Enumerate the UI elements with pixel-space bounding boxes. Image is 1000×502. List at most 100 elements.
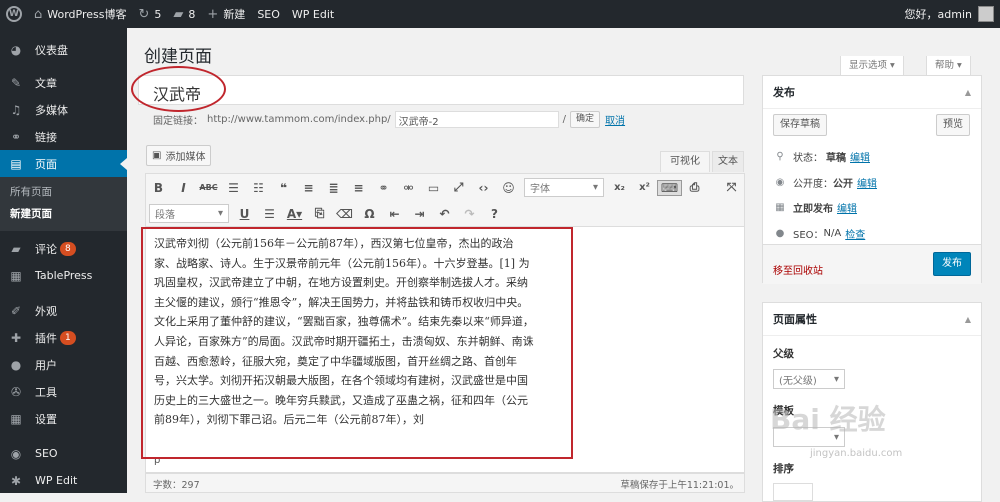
settings-icon: ▦ bbox=[10, 411, 22, 426]
status-edit-link[interactable]: 编辑 bbox=[850, 149, 870, 164]
sidebar-item-table[interactable]: ▦ TablePress bbox=[0, 262, 127, 289]
sidebar-item-brush[interactable]: ✐ 外观 bbox=[0, 297, 127, 324]
permalink-label: 固定链接： bbox=[153, 116, 203, 127]
updates-link[interactable]: ↻ 5 bbox=[133, 0, 168, 28]
subscript-icon[interactable]: x₂ bbox=[607, 182, 632, 193]
outdent-icon[interactable]: ⇤ bbox=[382, 207, 407, 221]
order-input[interactable] bbox=[773, 483, 813, 501]
screen-options-button[interactable]: 显示选项 ▾ bbox=[840, 56, 904, 76]
emoji-icon[interactable]: ☺ bbox=[496, 181, 521, 195]
sidebar-item-page[interactable]: ▤ 页面 bbox=[0, 150, 127, 177]
tab-visual[interactable]: 可视化 bbox=[660, 151, 710, 172]
distraction-free-icon[interactable]: ⤧ bbox=[719, 180, 744, 195]
collapse-icon[interactable]: ▲ bbox=[965, 315, 971, 324]
comments-link[interactable]: ▰ 8 bbox=[167, 0, 201, 28]
move-to-trash-link[interactable]: 移至回收站 bbox=[773, 262, 823, 277]
publish-button[interactable]: 发布 bbox=[933, 252, 971, 276]
plus-icon: + bbox=[207, 6, 219, 22]
slug-ok-button[interactable]: 确定 bbox=[570, 111, 601, 128]
seo-link[interactable]: SEO bbox=[251, 0, 286, 28]
indent-icon[interactable]: ⇥ bbox=[407, 207, 432, 221]
font-select[interactable]: 字体 ▾ bbox=[524, 178, 604, 197]
blockquote-icon[interactable]: ❝ bbox=[271, 181, 296, 195]
seo-icon: ◉ bbox=[10, 446, 22, 461]
align-center-icon[interactable]: ≣ bbox=[321, 181, 346, 195]
text-color-icon[interactable]: A▾ bbox=[282, 207, 307, 221]
special-char-icon[interactable]: Ω bbox=[357, 207, 382, 221]
collapse-icon[interactable]: ▲ bbox=[965, 88, 971, 97]
align-right-icon[interactable]: ≡ bbox=[346, 181, 371, 195]
parent-label: 父级 bbox=[773, 348, 794, 360]
underline-icon[interactable]: U bbox=[232, 207, 257, 221]
paste-text-icon[interactable]: ⎘ bbox=[307, 206, 332, 221]
format-select-value: 段落 bbox=[155, 210, 175, 221]
unlink-icon[interactable]: ⚮ bbox=[396, 181, 421, 195]
redo-icon[interactable]: ↷ bbox=[457, 207, 482, 221]
submenu-new-page[interactable]: 新建页面 bbox=[0, 203, 127, 225]
help-icon[interactable]: ? bbox=[482, 207, 507, 221]
bullet-list-icon[interactable]: ☰ bbox=[221, 181, 246, 195]
chevron-down-icon: ▾ bbox=[217, 208, 223, 219]
sidebar-item-link[interactable]: ⚭ 链接 bbox=[0, 123, 127, 150]
undo-icon[interactable]: ↶ bbox=[432, 207, 457, 221]
wp-logo-icon[interactable]: W bbox=[0, 0, 28, 28]
italic-icon[interactable]: I bbox=[171, 181, 196, 195]
sidebar-item-user[interactable]: ● 用户 bbox=[0, 351, 127, 378]
visibility-edit-link[interactable]: 编辑 bbox=[857, 175, 877, 190]
word-count: 字数：297 bbox=[153, 480, 200, 491]
link-icon[interactable]: ⚭ bbox=[371, 181, 396, 195]
title-input[interactable]: 汉武帝 bbox=[138, 75, 744, 105]
my-account[interactable]: 您好，admin bbox=[905, 0, 994, 28]
print-icon[interactable]: ⎙ bbox=[682, 180, 707, 195]
home-icon: ⌂ bbox=[34, 6, 43, 22]
page-attributes-header[interactable]: 页面属性 ▲ bbox=[763, 303, 981, 336]
help-button[interactable]: 帮助 ▾ bbox=[926, 56, 971, 76]
new-content-link[interactable]: + 新建 bbox=[201, 0, 251, 28]
sidebar-item-comment[interactable]: ▰ 评论 8 bbox=[0, 235, 127, 262]
sidebar-item-media[interactable]: ♫ 多媒体 bbox=[0, 96, 127, 123]
strikethrough-icon[interactable]: ABC bbox=[196, 183, 221, 192]
sidebar-item-label: 用户 bbox=[35, 358, 57, 372]
format-select[interactable]: 段落 ▾ bbox=[149, 204, 229, 223]
avatar bbox=[978, 6, 994, 22]
justify-icon[interactable]: ☰ bbox=[257, 207, 282, 221]
publish-box-header[interactable]: 发布 ▲ bbox=[763, 76, 981, 109]
slug-input[interactable]: 汉武帝-2 bbox=[394, 111, 559, 128]
more-tag-icon[interactable]: ▭ bbox=[421, 181, 446, 195]
seo-check-link[interactable]: 检查 bbox=[845, 226, 865, 241]
submenu-all-pages[interactable]: 所有页面 bbox=[0, 181, 127, 203]
tab-text[interactable]: 文本 bbox=[712, 151, 744, 172]
schedule-edit-link[interactable]: 编辑 bbox=[837, 200, 857, 215]
site-name-link[interactable]: ⌂ WordPress博客 bbox=[28, 0, 133, 28]
sidebar-item-dashboard[interactable]: ◕ 仪表盘 bbox=[0, 36, 127, 63]
status-label: 状态： bbox=[793, 153, 823, 164]
wpedit-label: WP Edit bbox=[291, 7, 335, 21]
sidebar-item-gear[interactable]: ✱ WP Edit bbox=[0, 467, 127, 494]
page-title: 创建页面 bbox=[144, 47, 212, 67]
sidebar-item-wrench[interactable]: ✇ 工具 bbox=[0, 378, 127, 405]
align-left-icon[interactable]: ≡ bbox=[296, 181, 321, 195]
superscript-icon[interactable]: x² bbox=[632, 182, 657, 193]
add-media-button[interactable]: ▣ 添加媒体 bbox=[146, 145, 212, 166]
status-row: ⚲ 状态： 草稿 编辑 bbox=[773, 149, 870, 164]
clear-format-icon[interactable]: ⌫ bbox=[332, 207, 357, 221]
sidebar-item-seo[interactable]: ◉ SEO bbox=[0, 440, 127, 467]
keyboard-icon[interactable]: ⌨ bbox=[657, 179, 682, 196]
seo-label: SEO bbox=[257, 7, 280, 21]
fullscreen-icon[interactable]: ⤢ bbox=[446, 180, 471, 195]
schedule-value: 立即发布 bbox=[793, 204, 833, 215]
preview-button[interactable]: 预览 bbox=[936, 114, 970, 136]
bold-icon[interactable]: B bbox=[146, 181, 171, 195]
wpedit-link[interactable]: WP Edit bbox=[286, 0, 340, 28]
code-icon[interactable]: ‹› bbox=[471, 181, 496, 195]
pin-icon: ✎ bbox=[10, 75, 22, 90]
slug-cancel-link[interactable]: 取消 bbox=[605, 112, 625, 127]
parent-select[interactable]: (无父级) ▾ bbox=[773, 369, 845, 389]
sidebar-item-plugin[interactable]: ✚ 插件 1 bbox=[0, 324, 127, 351]
sidebar-item-label: 页面 bbox=[35, 157, 57, 171]
sidebar-item-settings[interactable]: ▦ 设置 bbox=[0, 405, 127, 432]
save-draft-button[interactable]: 保存草稿 bbox=[773, 114, 827, 136]
numbered-list-icon[interactable]: ☷ bbox=[246, 181, 271, 195]
sidebar-item-label: 链接 bbox=[35, 130, 57, 144]
sidebar-item-pin[interactable]: ✎ 文章 bbox=[0, 69, 127, 96]
